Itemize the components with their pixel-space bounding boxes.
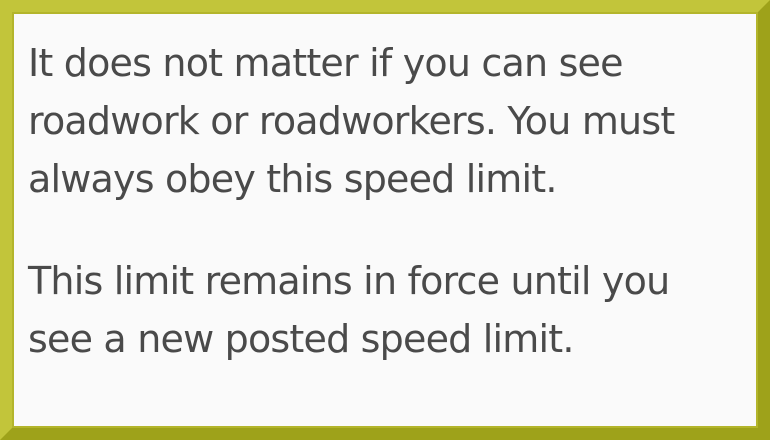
text-line: roadwork or roadworkers. You must [28,99,675,143]
card-frame: It does not matter if you can see roadwo… [0,0,770,440]
paragraph-limit-in-force: This limit remains in force until you se… [28,252,746,368]
text-line: This limit remains in force until you [28,259,670,303]
card-content: It does not matter if you can see roadwo… [28,34,746,368]
text-line: see a new posted speed limit. [28,317,574,361]
text-line: always obey this speed limit. [28,157,557,201]
paragraph-roadwork: It does not matter if you can see roadwo… [28,34,746,208]
text-line: It does not matter if you can see [28,41,624,85]
